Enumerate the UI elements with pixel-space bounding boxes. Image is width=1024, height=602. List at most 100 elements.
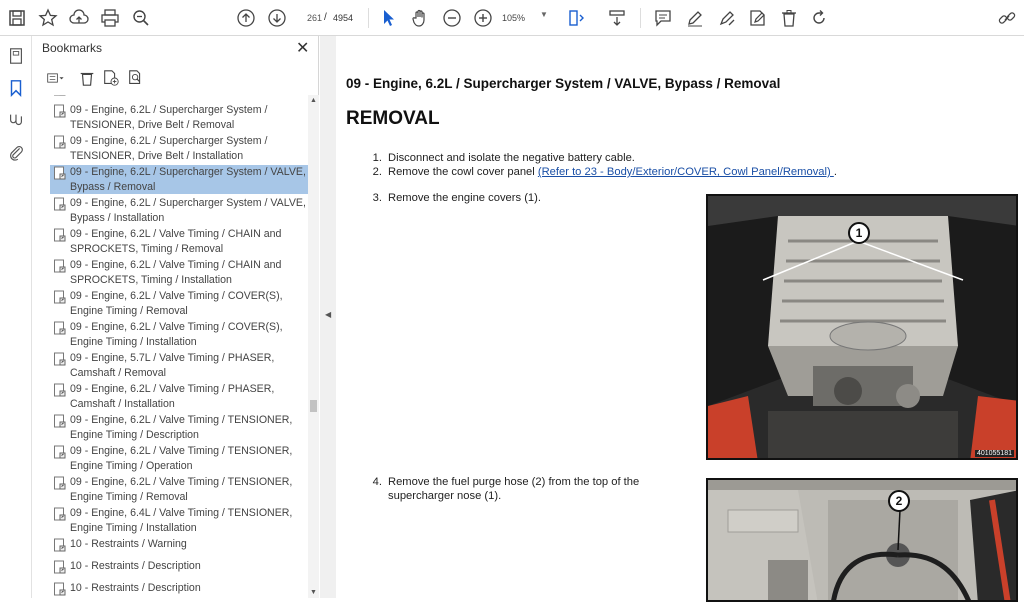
close-icon[interactable]: ✕	[296, 38, 309, 58]
page-number-input[interactable]: 261	[296, 9, 322, 27]
bookmark-label: 10 - Restraints / Description	[70, 582, 201, 594]
bookmark-label: 09 - Engine, 5.7L / Valve Timing / PHASE…	[70, 352, 275, 379]
bookmark-label: 09 - Engine, 6.2L / Supercharger System …	[70, 135, 268, 162]
step-text: Remove the fuel purge hose (2) from the …	[388, 476, 640, 488]
bookmark-item[interactable]: 10 - Restraints / Description	[50, 559, 308, 575]
paperclip-icon[interactable]	[5, 141, 27, 163]
previous-page-icon[interactable]	[235, 7, 257, 29]
step-number: 1.	[372, 152, 382, 164]
zoom-level-select[interactable]: 105%	[502, 9, 542, 27]
step-text-continued: supercharger nose (1).	[388, 490, 502, 502]
save-icon[interactable]	[6, 7, 28, 29]
bookmark-label: 09 - Engine, 6.2L / Valve Timing / TENSI…	[70, 445, 293, 472]
bookmark-label: 09 - Engine, 6.2L / Supercharger System …	[70, 104, 268, 131]
bookmark-page-icon	[53, 507, 67, 521]
edit-text-icon[interactable]	[747, 7, 769, 29]
bookmark-page-icon	[53, 259, 67, 273]
bookmark-item[interactable]: 09 - Engine, 6.2L / Supercharger System …	[50, 196, 308, 225]
bookmark-page-icon	[53, 582, 67, 596]
scroll-mode-icon[interactable]	[606, 7, 628, 29]
bookmark-label: 09 - Engine, 6.2L / Valve Timing / COVER…	[70, 321, 283, 348]
purge-hose-illustration	[708, 480, 1016, 600]
scroll-thumb[interactable]	[310, 400, 317, 412]
page-thumbnails-icon[interactable]	[5, 45, 27, 67]
bookmark-label: 09 - Engine, 6.2L / Supercharger System …	[70, 166, 306, 193]
step-number: 2.	[372, 166, 382, 178]
bookmark-item[interactable]: 09 - Engine, 6.2L / Valve Timing / CHAIN…	[50, 227, 308, 256]
bookmark-tools	[40, 66, 310, 90]
section-title: REMOVAL	[346, 108, 440, 129]
page-fit-icon[interactable]	[566, 7, 588, 29]
bookmark-item[interactable]: 09 - Engine, 6.2L / Supercharger System …	[50, 134, 308, 163]
zoom-search-icon[interactable]	[130, 7, 152, 29]
page-separator: /	[324, 12, 327, 23]
step-text: Disconnect and isolate the negative batt…	[388, 152, 635, 164]
options-menu-icon[interactable]	[42, 68, 70, 88]
step-text: Remove the cowl cover panel	[388, 166, 538, 178]
cloud-upload-icon[interactable]	[68, 7, 90, 29]
bookmark-page-icon	[53, 104, 67, 118]
bookmark-page-icon	[53, 352, 67, 366]
select-cursor-icon[interactable]	[378, 7, 400, 29]
bookmark-label: 09 - Engine, 6.4L / Valve Timing / TENSI…	[70, 507, 293, 534]
attachments-sign-icon[interactable]	[5, 109, 27, 131]
zoom-in-icon[interactable]	[472, 7, 494, 29]
engine-cover-photo: 1 401055181	[706, 194, 1018, 460]
step-text-line: Remove the cowl cover panel (Refer to 23…	[388, 165, 837, 179]
bookmark-page-icon	[53, 321, 67, 335]
print-icon[interactable]	[99, 7, 121, 29]
bookmark-item[interactable]: 09 - Engine, 6.2L / Valve Timing / COVER…	[50, 289, 308, 318]
bookmark-item[interactable]: 10 - Restraints / Warning	[50, 537, 308, 553]
bookmark-item[interactable]: 09 - Engine, 6.2L / Valve Timing / TENSI…	[50, 475, 308, 504]
delete-bookmark-icon[interactable]	[77, 68, 97, 88]
search-bookmark-icon[interactable]	[126, 68, 146, 88]
bookmark-item[interactable]: 09 - Engine, 6.2L / Supercharger System …	[50, 165, 308, 194]
scroll-up-icon[interactable]: ▲	[308, 97, 319, 104]
bookmark-item[interactable]: 09 - Engine, 6.2L / Valve Timing / TENSI…	[50, 444, 308, 473]
document-heading: 09 - Engine, 6.2L / Supercharger System …	[346, 76, 781, 91]
callout-marker: 2	[888, 490, 910, 512]
bookmark-label: 09 - Engine, 6.2L / Valve Timing / COVER…	[70, 290, 283, 317]
main-toolbar: 261 / 4954 105% ▼	[0, 0, 1024, 36]
bookmark-list: SUPERCHARGER / Installation09 - Engine, …	[32, 95, 308, 598]
comment-icon[interactable]	[652, 7, 674, 29]
share-link-icon[interactable]	[996, 7, 1018, 29]
bookmark-label: 09 - Engine, 6.2L / Valve Timing / PHASE…	[70, 383, 275, 410]
chevron-down-icon[interactable]: ▼	[540, 10, 548, 19]
rotate-icon[interactable]	[808, 7, 830, 29]
bookmark-page-icon	[53, 166, 67, 180]
toolbar-divider	[368, 8, 369, 28]
bookmark-item[interactable]: 09 - Engine, 5.7L / Valve Timing / PHASE…	[50, 351, 308, 380]
bookmark-item[interactable]: 09 - Engine, 6.4L / Valve Timing / TENSI…	[50, 506, 308, 535]
bookmark-label: 09 - Engine, 6.2L / Valve Timing / CHAIN…	[70, 259, 282, 286]
navigation-rail	[0, 36, 32, 598]
bookmark-scrollbar[interactable]: ▲ ▼	[308, 95, 319, 598]
hand-tool-icon[interactable]	[409, 7, 431, 29]
step-item: 4. Remove the fuel purge hose (2) from t…	[366, 475, 696, 505]
bookmark-item[interactable]: 09 - Engine, 6.2L / Valve Timing / CHAIN…	[50, 258, 308, 287]
cross-reference-link[interactable]: (Refer to 23 - Body/Exterior/COVER, Cowl…	[538, 166, 834, 178]
new-bookmark-icon[interactable]	[101, 68, 121, 88]
bookmark-page-icon	[53, 538, 67, 552]
highlight-text-icon[interactable]	[716, 7, 738, 29]
bookmark-icon[interactable]	[5, 77, 27, 99]
page-total: 4954	[333, 13, 354, 23]
pen-icon[interactable]	[684, 7, 706, 29]
bookmark-page-icon	[53, 290, 67, 304]
bookmark-item[interactable]: 09 - Engine, 6.2L / Valve Timing / PHASE…	[50, 382, 308, 411]
bookmark-item[interactable]: 09 - Engine, 6.2L / Supercharger System …	[50, 103, 308, 132]
bookmark-label: 09 - Engine, 6.2L / Supercharger System …	[70, 197, 306, 224]
delete-icon[interactable]	[778, 7, 800, 29]
bookmark-item[interactable]: 09 - Engine, 6.2L / Valve Timing / COVER…	[50, 320, 308, 349]
scroll-down-icon[interactable]: ▼	[308, 589, 319, 596]
next-page-icon[interactable]	[266, 7, 288, 29]
collapse-panel-icon[interactable]: ◀	[325, 310, 331, 319]
bookmark-item[interactable]: 09 - Engine, 6.2L / Valve Timing / TENSI…	[50, 413, 308, 442]
bookmark-item[interactable]: 10 - Restraints / Description	[50, 581, 308, 597]
bookmark-page-icon	[53, 228, 67, 242]
panel-splitter[interactable]: ◀	[320, 36, 336, 598]
panel-title: Bookmarks	[42, 41, 103, 55]
star-icon[interactable]	[37, 7, 59, 29]
purge-hose-photo: 2	[706, 478, 1018, 602]
zoom-out-icon[interactable]	[441, 7, 463, 29]
